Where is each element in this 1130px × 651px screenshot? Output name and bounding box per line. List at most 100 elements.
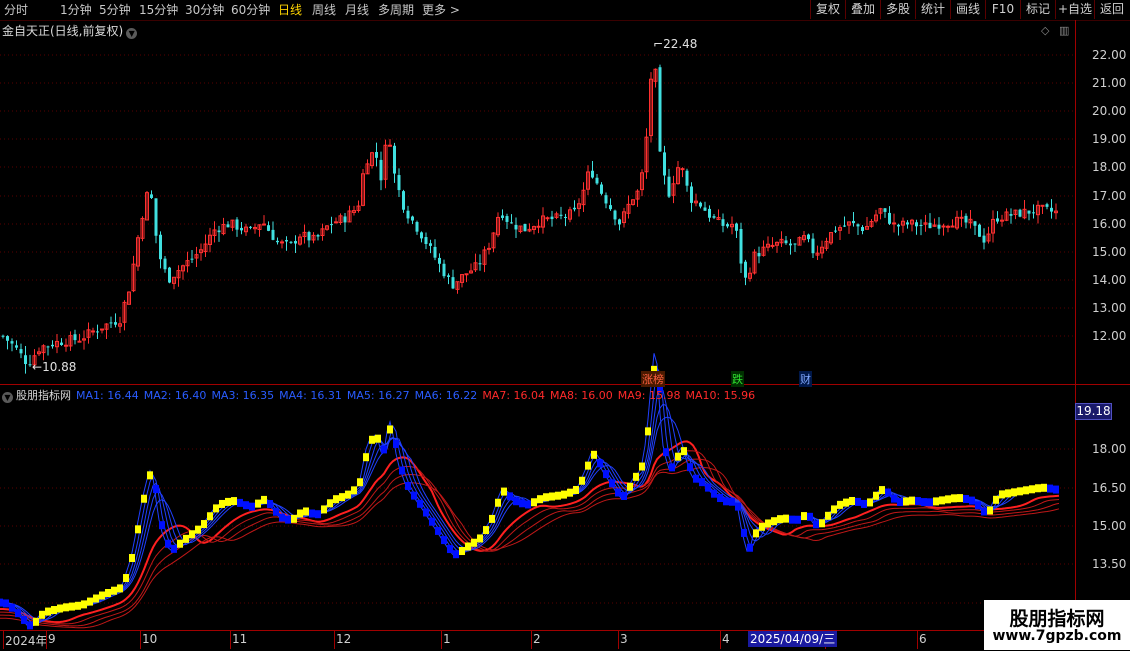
indicator-tick: 16.50 <box>1092 481 1127 495</box>
multi-stock-button[interactable]: 多股 <box>880 0 915 19</box>
period-tab-30min[interactable]: 30分钟 <box>185 2 224 18</box>
period-tab-weekly[interactable]: 周线 <box>312 2 336 18</box>
signal-up-block <box>459 547 465 556</box>
mark-button[interactable]: 标记 <box>1020 0 1055 19</box>
signal-up-block <box>303 507 309 516</box>
f10-button[interactable]: F10 <box>985 0 1020 19</box>
signal-down-block <box>267 500 273 509</box>
candle-body <box>96 331 99 333</box>
fuquan-button[interactable]: 复权 <box>810 0 845 19</box>
signal-down-block <box>0 598 3 607</box>
period-tab-multi[interactable]: 多周期 <box>378 2 414 18</box>
signal-down-block <box>417 499 423 508</box>
signal-up-block <box>843 498 849 507</box>
date-tick: 12 <box>336 632 352 646</box>
signal-down-block <box>447 545 453 554</box>
signal-up-block <box>495 498 501 507</box>
candle-body <box>388 144 392 147</box>
signal-down-block <box>1053 485 1059 494</box>
signal-up-block <box>543 493 549 502</box>
signal-down-block <box>243 501 249 510</box>
signal-down-block <box>525 500 531 509</box>
indicator-name[interactable]: 股朋指标网 <box>16 389 71 402</box>
candle-body <box>15 345 18 348</box>
date-axis <box>0 630 1130 651</box>
candle-body <box>271 229 275 240</box>
candle-body <box>1045 204 1049 207</box>
add-favorite-button[interactable]: +自选 <box>1055 0 1094 19</box>
candle-body <box>852 220 855 224</box>
price-tick: 13.00 <box>1092 301 1127 315</box>
signal-down-block <box>687 463 693 472</box>
candle-body <box>703 207 707 211</box>
signal-up-block <box>1035 484 1041 493</box>
overlay-button[interactable]: 叠加 <box>845 0 880 19</box>
signal-up-block <box>873 491 879 500</box>
candle-body <box>721 219 725 226</box>
signal-down-block <box>795 515 801 524</box>
signal-up-block <box>81 600 87 609</box>
period-tab-60min[interactable]: 60分钟 <box>231 2 270 18</box>
signal-down-block <box>237 498 243 507</box>
indicator-tick: 15.00 <box>1092 519 1127 533</box>
candle-body <box>667 176 671 197</box>
limit-up-badge[interactable]: 涨榜 <box>641 371 665 387</box>
candle-body <box>168 267 171 283</box>
signal-up-block <box>633 472 639 481</box>
signal-down-block <box>969 496 975 505</box>
low-price-value: 10.88 <box>42 360 77 374</box>
candle-body <box>100 328 104 331</box>
signal-up-block <box>105 589 111 597</box>
signal-up-block <box>63 603 69 612</box>
period-tab-more[interactable]: 更多 > <box>422 2 460 18</box>
candle-body <box>996 218 999 222</box>
period-tab-fenshi[interactable]: 分时 <box>4 2 28 18</box>
period-tab-1min[interactable]: 1分钟 <box>60 2 92 18</box>
candle-body <box>375 152 378 158</box>
signal-up-block <box>351 486 357 495</box>
watermark-title: 股朋指标网 <box>1009 608 1105 630</box>
candle-body <box>712 216 716 218</box>
signal-down-block <box>663 448 669 457</box>
signal-up-block <box>987 506 993 515</box>
candle-body <box>285 240 288 242</box>
signal-up-block <box>213 504 219 513</box>
signal-down-block <box>603 470 609 479</box>
back-button[interactable]: 返回 <box>1094 0 1129 19</box>
chevron-down-icon[interactable]: ▼ <box>2 392 13 403</box>
draw-line-button[interactable]: 画线 <box>950 0 985 19</box>
candle-body <box>109 322 113 324</box>
period-tab-5min[interactable]: 5分钟 <box>99 2 131 18</box>
candle-body <box>726 224 729 227</box>
signal-up-block <box>261 495 267 504</box>
signal-down-block <box>615 488 621 497</box>
signal-up-block <box>585 461 591 470</box>
candle-body <box>536 225 541 228</box>
price-tick: 20.00 <box>1092 104 1127 118</box>
statistics-button[interactable]: 统计 <box>915 0 950 19</box>
candle-body <box>51 344 54 347</box>
signal-down-block <box>309 509 315 518</box>
candle-body <box>159 234 162 260</box>
drop-badge[interactable]: 跌 <box>731 371 744 387</box>
signal-up-block <box>771 517 777 526</box>
signal-up-block <box>783 514 789 523</box>
stock-chart[interactable] <box>0 20 1075 630</box>
signal-up-block <box>549 492 555 501</box>
candle-body <box>1018 209 1022 217</box>
signal-up-block <box>819 519 825 528</box>
date-tick: 3 <box>620 632 628 646</box>
candle-body <box>843 225 846 227</box>
period-tab-monthly[interactable]: 月线 <box>345 2 369 18</box>
candle-body <box>307 232 311 241</box>
signal-down-block <box>621 491 627 500</box>
candle-body <box>793 243 797 245</box>
candle-body <box>73 334 77 341</box>
candle-body <box>150 194 153 198</box>
finance-badge[interactable]: 财 <box>799 371 812 387</box>
period-tab-daily[interactable]: 日线 <box>278 2 302 18</box>
candle-body <box>505 216 509 222</box>
candle-body <box>464 273 469 276</box>
period-tab-15min[interactable]: 15分钟 <box>139 2 178 18</box>
signal-down-block <box>513 497 519 506</box>
